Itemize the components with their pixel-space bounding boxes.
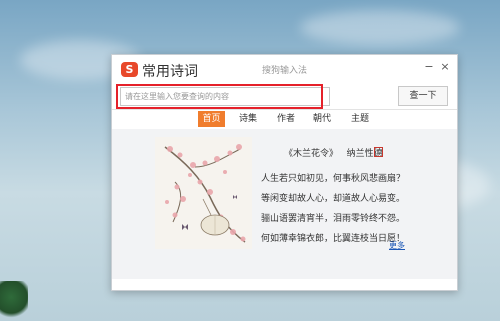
app-window: S 常用诗词 搜狗输入法 − × 查一下 首页 诗集 作者 朝代 主题 [111,54,458,291]
more-link[interactable]: 更多 [389,240,405,251]
content-area: 《木兰花令》 纳兰性德 人生若只如初见，何事秋风悲画扇？ 等闲变却故人心，却道故… [112,129,457,279]
poem-line: 等闲变却故人心，却道故人心易变。 [261,194,406,204]
search-input[interactable] [120,87,330,106]
poem-line: 骊山语罢清宵半，泪雨零铃终不怨。 [261,214,406,224]
poem-line: 人生若只如初见，何事秋风悲画扇？ [261,174,406,184]
poem-illustration [155,137,252,249]
poem-line: 何如薄幸锦衣郎，比翼连枝当日愿！ [261,234,406,244]
tab-collections[interactable]: 诗集 [236,111,260,127]
app-title: 常用诗词 [142,64,198,80]
title-bar: S 常用诗词 搜狗输入法 − × [112,55,457,83]
nav-tabs: 首页 诗集 作者 朝代 主题 [112,110,457,128]
tab-dynasty[interactable]: 朝代 [310,111,334,127]
tab-home[interactable]: 首页 [198,111,225,127]
minimize-button[interactable]: − [423,61,435,73]
poem-title: 《木兰花令》 纳兰性德 [284,146,383,159]
poem-title-text: 《木兰花令》 [284,149,339,159]
sogou-logo-icon: S [121,62,138,77]
tab-topics[interactable]: 主题 [348,111,372,127]
ime-hint: 搜狗输入法 [262,66,308,76]
tab-authors[interactable]: 作者 [274,111,298,127]
seal-stamp-icon [374,147,383,157]
close-button[interactable]: × [439,61,451,73]
search-button[interactable]: 查一下 [398,86,448,106]
